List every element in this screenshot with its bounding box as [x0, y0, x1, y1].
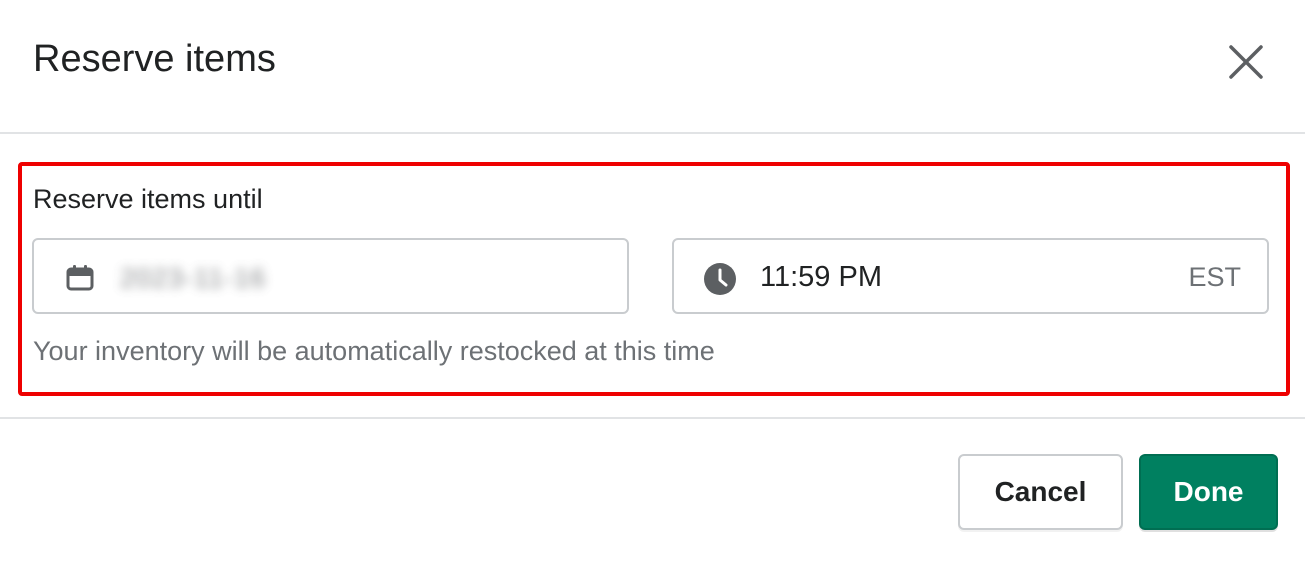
timezone-label: EST	[1188, 262, 1241, 292]
modal-footer: Cancel Done	[0, 419, 1305, 561]
calendar-icon	[66, 265, 94, 291]
clock-icon	[704, 263, 736, 295]
date-field[interactable]: 2023-11-16	[32, 238, 629, 314]
reserve-until-label: Reserve items until	[33, 184, 263, 214]
time-value: 11:59 PM	[760, 261, 882, 293]
cancel-button[interactable]: Cancel	[958, 454, 1123, 530]
modal-title: Reserve items	[33, 38, 276, 80]
done-button[interactable]: Done	[1139, 454, 1278, 530]
time-field[interactable]: 11:59 PM EST	[672, 238, 1269, 314]
close-icon	[1229, 45, 1263, 79]
modal-header: Reserve items	[0, 0, 1305, 134]
modal-body: Reserve items until 2023-11-16 11:59 PM …	[0, 134, 1305, 419]
reserve-items-modal: Reserve items Reserve items until 2023-1…	[0, 0, 1305, 561]
date-value: 2023-11-16	[120, 263, 267, 293]
close-button[interactable]	[1222, 38, 1270, 86]
help-text: Your inventory will be automatically res…	[33, 336, 715, 366]
